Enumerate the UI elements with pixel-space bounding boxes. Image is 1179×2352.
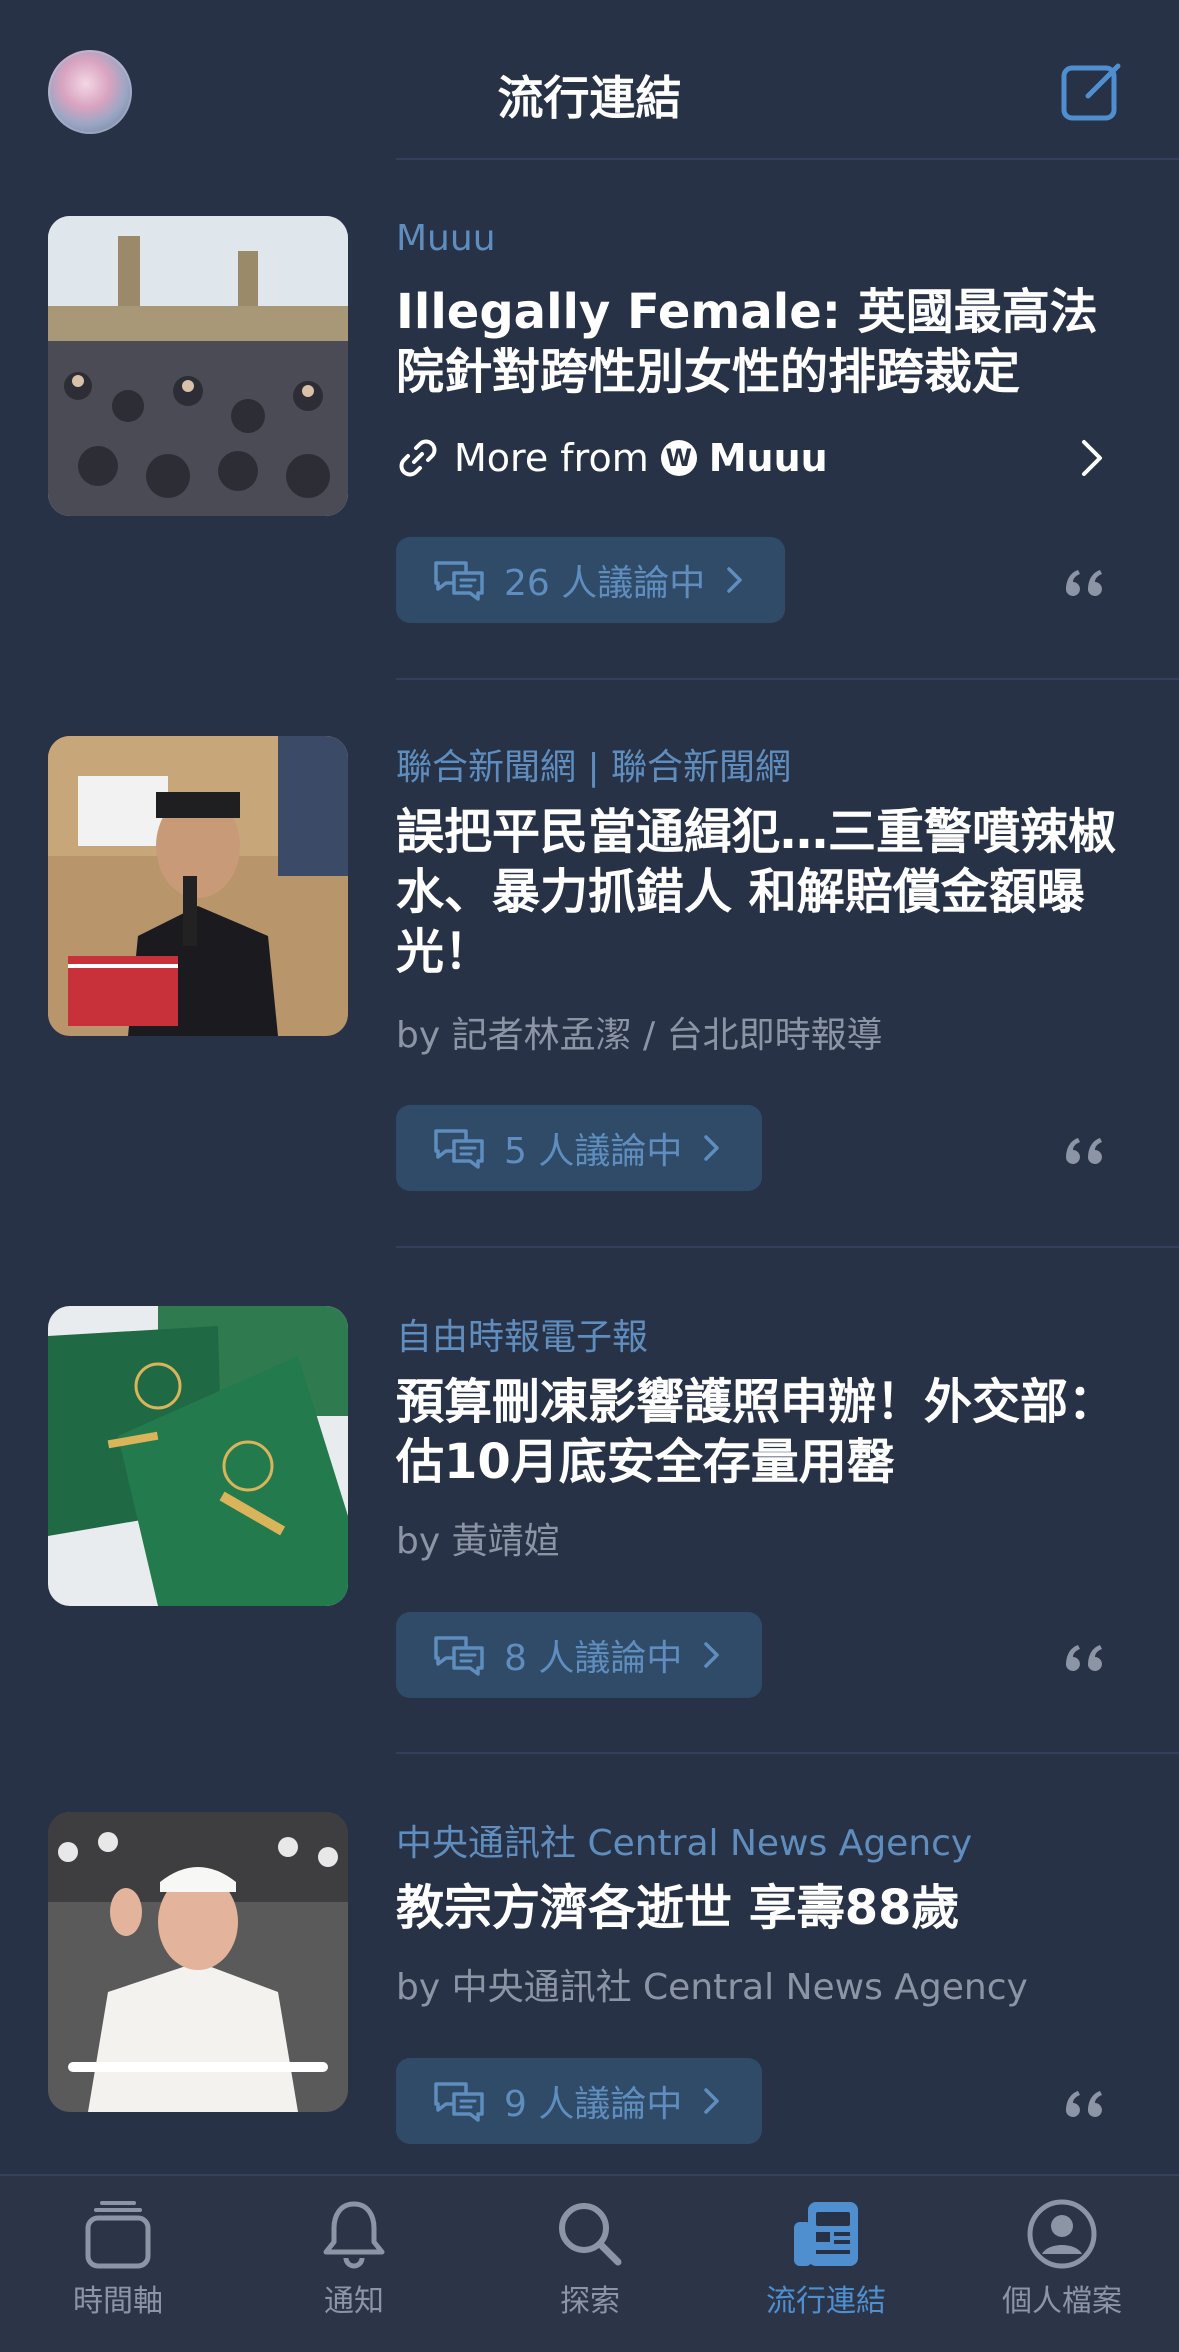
tab-timeline[interactable]: 時間軸 [0, 2194, 236, 2320]
discussion-count: 9 人議論中 [504, 2084, 683, 2125]
page-title: 流行連結 [497, 71, 682, 125]
article-source: 聯合新聞網 | 聯合新聞網 [396, 747, 792, 788]
bell-icon [323, 2201, 385, 2269]
chat-bubble-icon [434, 2082, 484, 2122]
tab-profile[interactable]: 個人檔案 [944, 2194, 1179, 2320]
tab-label: 個人檔案 [1002, 2284, 1122, 2319]
article-byline: by 黃靖媗 [396, 1521, 560, 1562]
tab-label: 通知 [324, 2284, 384, 2319]
tab-label: 探索 [560, 2284, 620, 2319]
discussion-count: 26 人議論中 [504, 563, 706, 604]
chevron-right-icon [704, 1642, 720, 1668]
article-source: 中央通訊社 Central News Agency [396, 1823, 973, 1864]
link-icon [399, 439, 437, 477]
chevron-right-icon [704, 1135, 720, 1161]
tab-explore[interactable]: 探索 [472, 2194, 708, 2320]
discussion-button[interactable]: 5 人議論中 [396, 1105, 763, 1191]
more-from-label: More from [454, 436, 649, 480]
discussion-button[interactable]: 26 人議論中 [396, 537, 786, 623]
divider [396, 158, 1179, 160]
article-byline: by 中央通訊社 Central News Agency [396, 1967, 1028, 2008]
discussion-button[interactable]: 8 人議論中 [396, 1612, 763, 1698]
chevron-right-icon [1082, 440, 1102, 476]
article-thumbnail[interactable] [48, 1812, 348, 2112]
article-thumbnail[interactable] [48, 1306, 348, 1606]
more-from-row[interactable]: More from W Muuu [396, 428, 1116, 488]
quote-icon[interactable] [1062, 1639, 1108, 1673]
divider [396, 1752, 1179, 1754]
article-title[interactable]: Illegally Female: 英國最高法院針對跨性別女性的排跨裁定 [396, 282, 1116, 402]
chat-bubble-icon [434, 561, 484, 601]
discussion-count: 8 人議論中 [504, 1638, 683, 1679]
divider [396, 1246, 1179, 1248]
chat-bubble-icon [434, 1636, 484, 1676]
more-from-name: Muuu [708, 436, 828, 480]
article-title[interactable]: 預算刪凍影響護照申辦！外交部：估10月底安全存量用罄 [396, 1372, 1116, 1492]
article-thumbnail[interactable] [48, 736, 348, 1036]
divider [396, 678, 1179, 680]
article-byline: by 記者林孟潔 / 台北即時報導 [396, 1015, 883, 1056]
discussion-count: 5 人議論中 [504, 1131, 683, 1172]
quote-icon[interactable] [1062, 2085, 1108, 2119]
tab-notifications[interactable]: 通知 [236, 2194, 472, 2320]
timeline-icon [85, 2201, 151, 2269]
tab-label: 時間軸 [73, 2284, 163, 2319]
article-source: 自由時報電子報 [396, 1317, 649, 1358]
quote-icon[interactable] [1062, 564, 1108, 598]
tab-trending-links[interactable]: 流行連結 [708, 2194, 944, 2320]
article-thumbnail[interactable] [48, 216, 348, 516]
search-icon [559, 2203, 622, 2266]
profile-icon [1027, 2199, 1097, 2269]
discussion-button[interactable]: 9 人議論中 [396, 2058, 763, 2144]
quote-icon[interactable] [1062, 1132, 1108, 1166]
tab-bar: 時間軸 通知 探索 流行連結 個人檔案 [0, 2174, 1179, 2352]
article-title[interactable]: 教宗方濟各逝世 享壽88歲 [396, 1878, 1116, 1938]
chat-bubble-icon [434, 1129, 484, 1169]
wordpress-icon: W [660, 440, 697, 476]
top-bar: 流行連結 [0, 0, 1179, 158]
chevron-right-icon [704, 2088, 720, 2114]
tab-label: 流行連結 [766, 2284, 886, 2319]
article-title[interactable]: 誤把平民當通緝犯…三重警噴辣椒水、暴力抓錯人 和解賠償金額曝光！ [396, 802, 1116, 982]
article-source: Muuu [396, 218, 496, 259]
compose-icon[interactable] [1058, 58, 1126, 126]
chevron-right-icon [727, 567, 743, 593]
news-icon [794, 2202, 858, 2266]
